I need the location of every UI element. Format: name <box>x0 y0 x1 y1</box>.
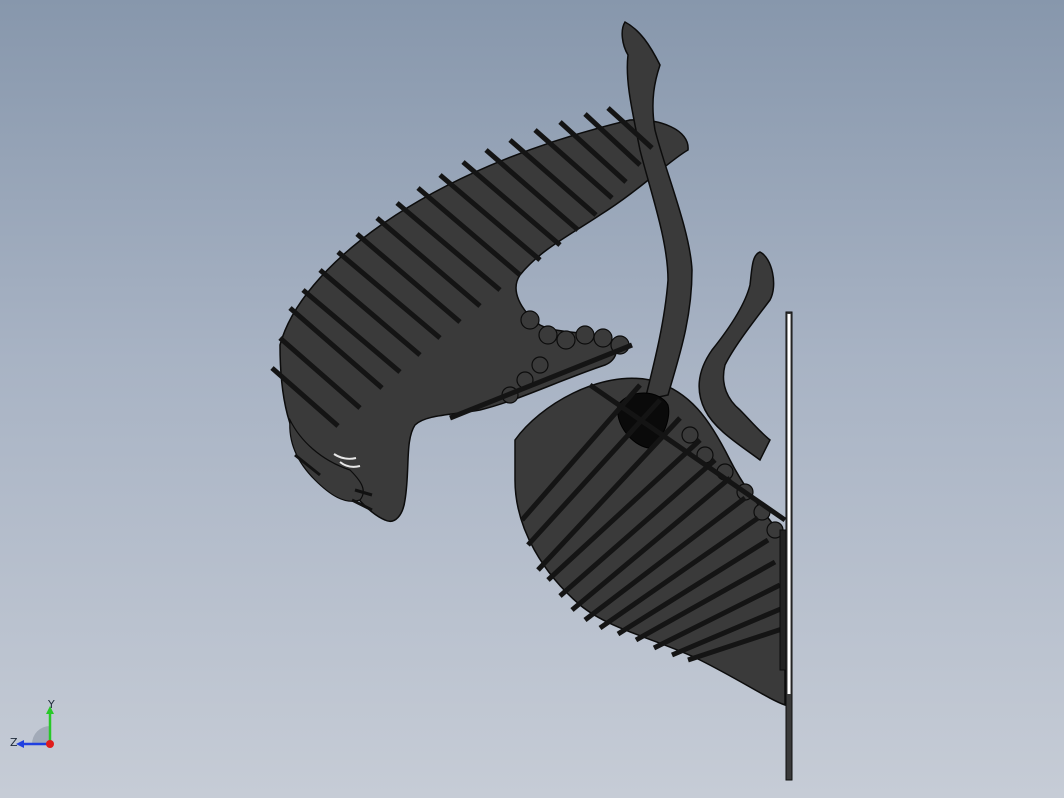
z-axis-label: Z <box>10 736 18 749</box>
y-axis-label: Y <box>47 700 55 711</box>
graphics-viewport[interactable]: Y Z <box>0 0 1064 798</box>
orientation-triad[interactable]: Y Z <box>8 700 68 760</box>
x-axis-dot-icon <box>46 740 54 748</box>
model-render[interactable] <box>0 0 1064 798</box>
front-leg <box>621 21 693 401</box>
mounting-plate <box>779 311 793 781</box>
